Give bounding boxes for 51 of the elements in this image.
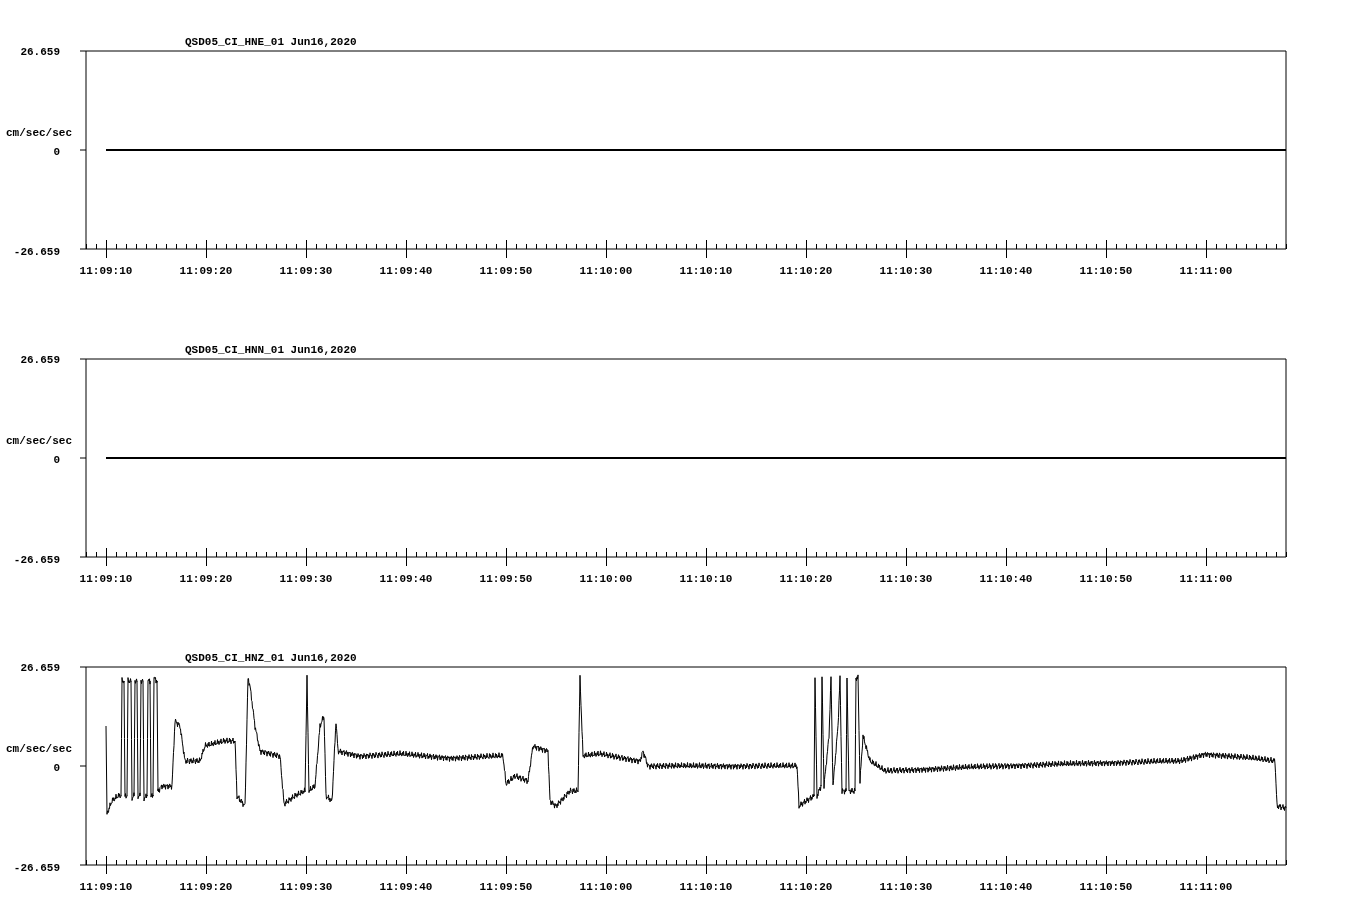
axis-label: 11:09:10 — [79, 881, 133, 893]
axis-label: 26.659 — [20, 354, 60, 366]
axis-label: 11:10:00 — [579, 573, 633, 585]
axis-label: 11:09:50 — [479, 573, 533, 585]
axis-label: 11:10:30 — [879, 881, 933, 893]
axis-label: 11:11:00 — [1179, 573, 1233, 585]
unit-label: cm/sec/sec — [6, 435, 72, 447]
axis-label: 26.659 — [20, 662, 60, 674]
axis-label: 11:10:50 — [1079, 573, 1133, 585]
plot-title: QSD05_CI_HNZ_01 Jun16,2020 — [185, 652, 357, 664]
unit-label: cm/sec/sec — [6, 743, 72, 755]
axis-label: 0 — [53, 762, 60, 774]
plot-title: QSD05_CI_HNN_01 Jun16,2020 — [185, 344, 357, 356]
axis-label: 11:10:20 — [779, 573, 833, 585]
axis-label: 11:09:10 — [79, 573, 133, 585]
axis-label: 11:10:50 — [1079, 265, 1133, 277]
axis-label: 0 — [53, 146, 60, 158]
axis-label: 11:09:30 — [279, 573, 333, 585]
axis-label: 11:11:00 — [1179, 265, 1233, 277]
unit-label: cm/sec/sec — [6, 127, 72, 139]
axis-label: 11:10:40 — [979, 573, 1033, 585]
axis-label: 11:09:20 — [179, 265, 233, 277]
axis-label: 11:09:50 — [479, 881, 533, 893]
axis-label: 11:10:30 — [879, 573, 933, 585]
axis-label: 11:10:00 — [579, 265, 633, 277]
axis-label: 11:09:20 — [179, 881, 233, 893]
axis-label: 11:09:40 — [379, 573, 433, 585]
axis-label: 11:10:10 — [679, 265, 733, 277]
plot-title: QSD05_CI_HNE_01 Jun16,2020 — [185, 36, 357, 48]
axis-label: -26.659 — [13, 554, 60, 566]
axis-label: 11:10:40 — [979, 881, 1033, 893]
axis-label: 11:09:20 — [179, 573, 233, 585]
axis-label: 11:10:30 — [879, 265, 933, 277]
axis-label: 11:10:50 — [1079, 881, 1133, 893]
axis-label: 11:11:00 — [1179, 881, 1233, 893]
axis-label: 11:09:40 — [379, 265, 433, 277]
axis-label: 11:09:40 — [379, 881, 433, 893]
axis-label: 11:09:50 — [479, 265, 533, 277]
axis-label: 11:10:00 — [579, 881, 633, 893]
axis-label: 0 — [53, 454, 60, 466]
axis-label: 11:10:20 — [779, 881, 833, 893]
axis-label: 11:09:30 — [279, 881, 333, 893]
axis-label: 11:09:10 — [79, 265, 133, 277]
axis-label: -26.659 — [13, 862, 60, 874]
axis-label: 11:09:30 — [279, 265, 333, 277]
axis-label: 11:10:10 — [679, 573, 733, 585]
axis-label: 11:10:40 — [979, 265, 1033, 277]
axis-label: -26.659 — [13, 246, 60, 258]
axis-label: 11:10:10 — [679, 881, 733, 893]
axis-label: 11:10:20 — [779, 265, 833, 277]
axis-label: 26.659 — [20, 46, 60, 58]
